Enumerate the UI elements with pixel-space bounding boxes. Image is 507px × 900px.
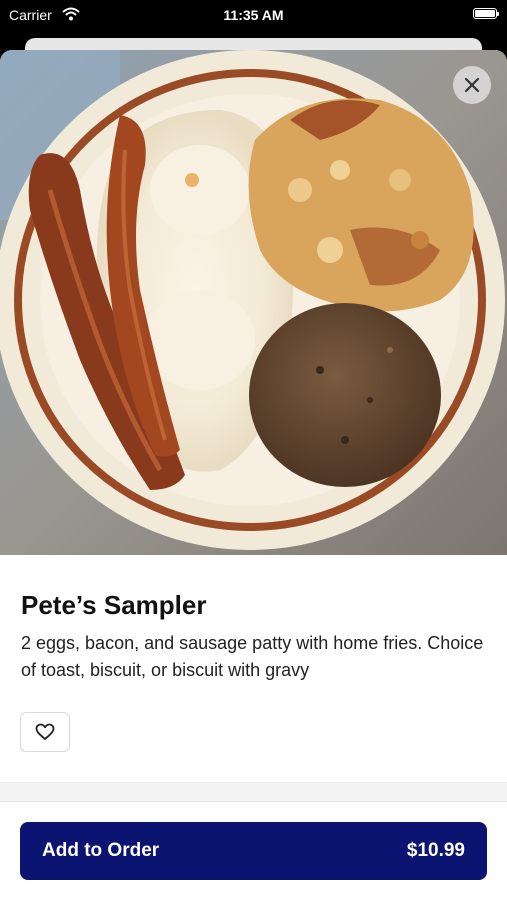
status-time: 11:35 AM <box>223 7 284 23</box>
close-button[interactable] <box>453 66 491 104</box>
section-divider <box>0 782 507 802</box>
item-price: $10.99 <box>406 840 465 861</box>
battery-icon <box>473 8 499 19</box>
item-photo <box>0 50 507 555</box>
status-bar: Carrier 11:35 AM <box>0 0 507 30</box>
item-description: 2 eggs, bacon, and sausage patty with ho… <box>21 633 484 680</box>
item-title: Pete’s Sampler <box>21 590 207 620</box>
favorite-button[interactable] <box>20 712 70 752</box>
heart-icon <box>35 723 55 740</box>
item-detail-sheet: Pete’s Sampler 2 eggs, bacon, and sausag… <box>0 50 507 900</box>
add-to-order-label: Add to Order <box>42 840 160 861</box>
close-icon <box>464 77 480 93</box>
add-to-order-button[interactable]: Add to Order $10.99 <box>20 822 487 880</box>
